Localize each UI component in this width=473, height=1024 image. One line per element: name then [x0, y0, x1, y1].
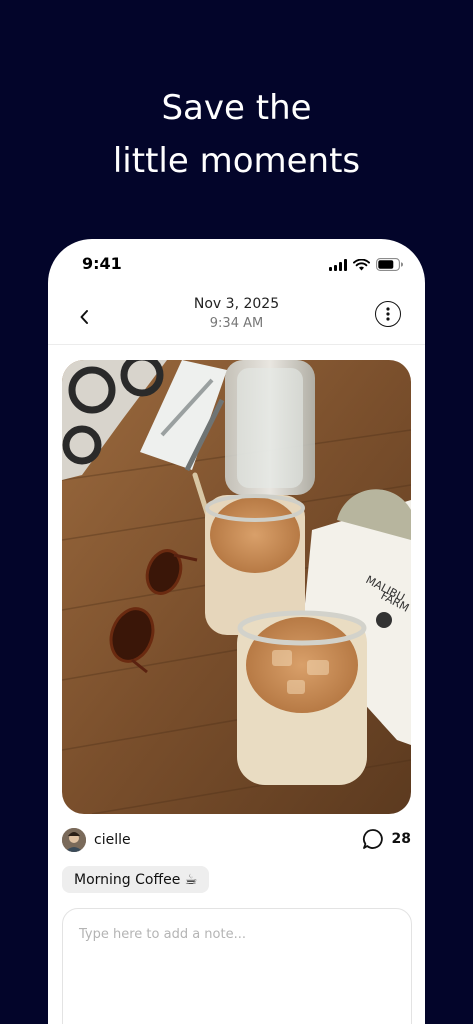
status-bar: 9:41: [48, 239, 425, 289]
wifi-icon: [353, 258, 370, 270]
post-time: 9:34 AM: [209, 316, 264, 331]
comments-button[interactable]: 28: [362, 828, 411, 850]
author-row: cielle 28: [62, 828, 411, 854]
headline-line-2: little moments: [112, 141, 361, 181]
cellular-signal-icon: [329, 258, 347, 271]
status-time: 9:41: [82, 254, 122, 273]
battery-icon: [376, 258, 403, 271]
post-date: Nov 3, 2025: [193, 296, 280, 312]
comment-bubble-icon: [362, 829, 383, 849]
comment-count: 28: [391, 831, 411, 847]
post-photo[interactable]: MALIBU FARM: [62, 360, 411, 814]
username[interactable]: cielle: [94, 832, 131, 848]
avatar[interactable]: [62, 828, 86, 852]
phone-screen: 9:41 Nov 3, 2025 9:34 AM MALIBU FARM cie…: [48, 239, 425, 1024]
note-input[interactable]: [62, 908, 412, 1024]
post-timestamp: Nov 3, 2025 9:34 AM: [48, 295, 425, 333]
status-icons: [329, 258, 403, 271]
promo-headline: Save the little moments: [0, 82, 473, 188]
headline-line-1: Save the: [161, 88, 312, 128]
more-vertical-circle-icon: [386, 307, 390, 321]
album-tag[interactable]: Morning Coffee ☕: [62, 866, 210, 893]
post-header: Nov 3, 2025 9:34 AM: [48, 289, 425, 345]
more-options-button[interactable]: [375, 301, 401, 327]
